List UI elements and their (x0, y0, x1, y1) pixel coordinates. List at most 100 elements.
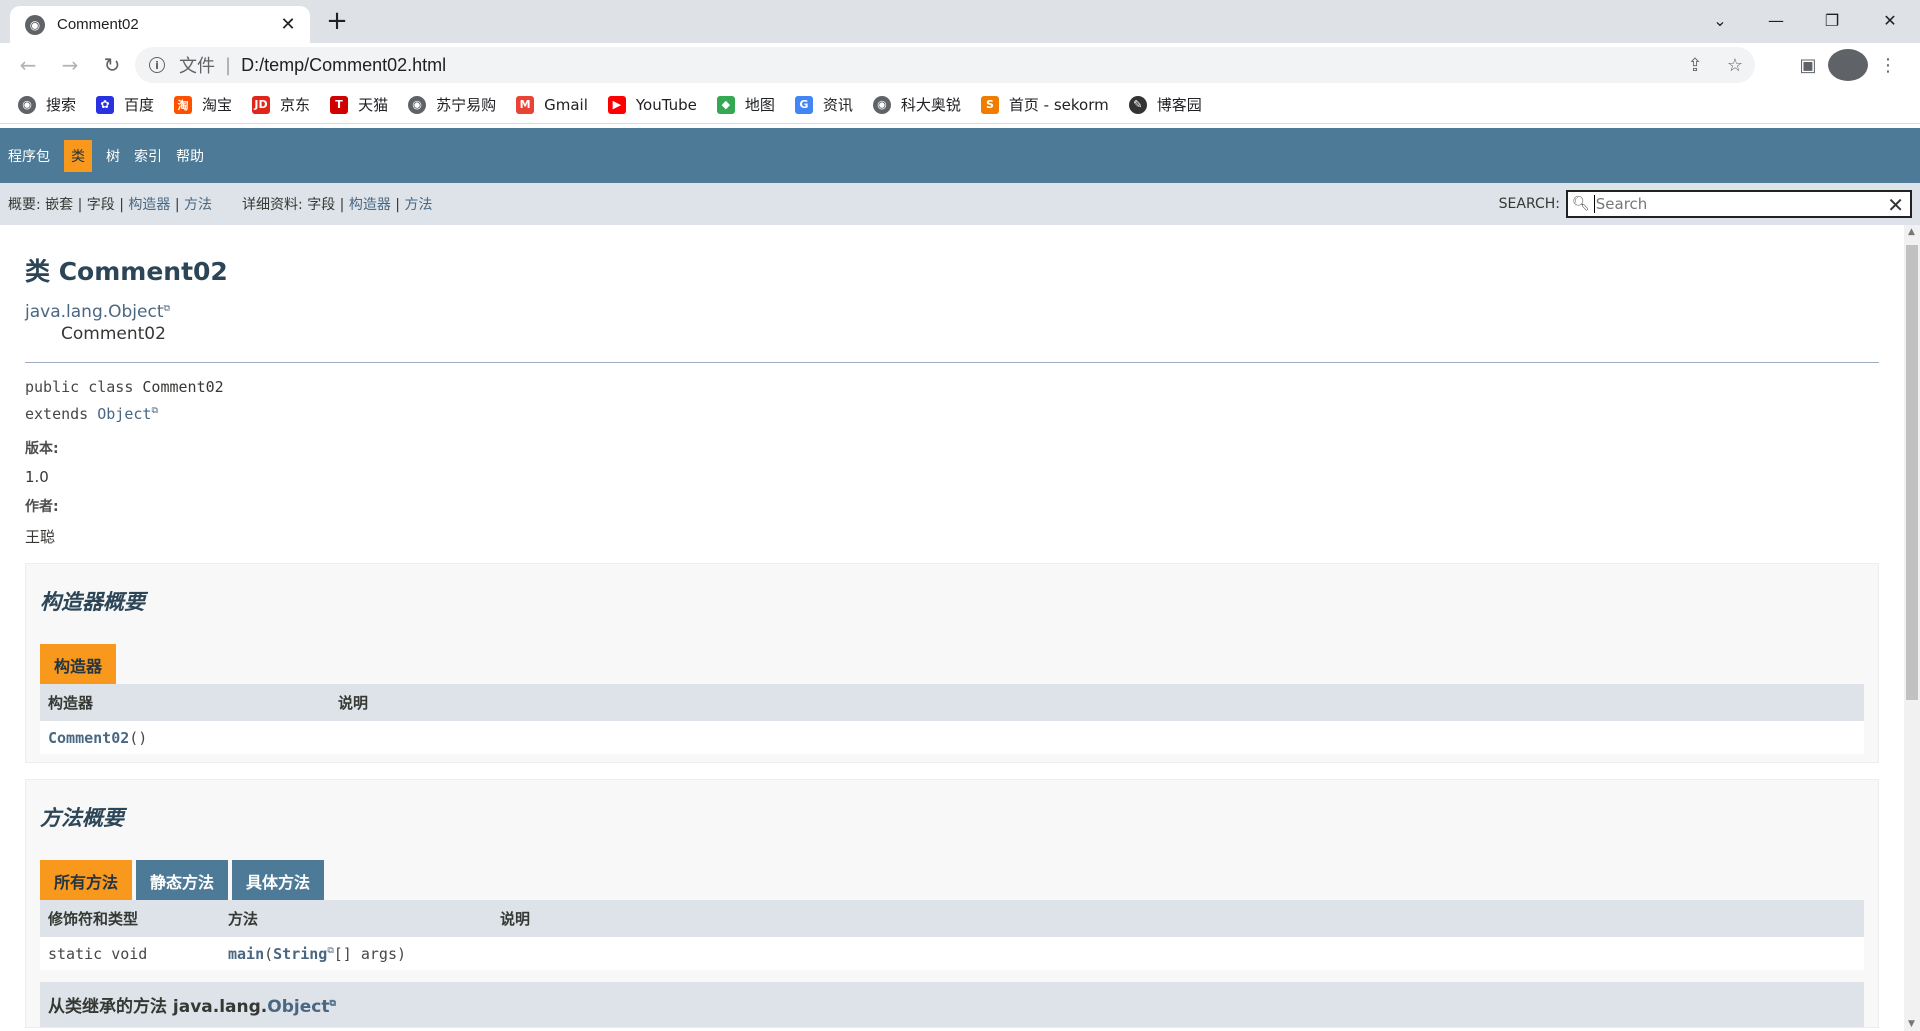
signature-extends-keyword: extends (25, 405, 89, 423)
nav-help[interactable]: 帮助 (176, 140, 204, 172)
maps-icon: ◆ (716, 95, 735, 114)
tab-concrete-methods[interactable]: 具体方法 (232, 860, 325, 900)
bookmark-item[interactable]: G 资讯 (794, 94, 853, 115)
bookmark-star-icon[interactable]: ☆ (1715, 55, 1755, 76)
main-content: 类 Comment02 java.lang.Object⧉ Comment02 … (0, 225, 1904, 1031)
constructor-link[interactable]: Comment02 (48, 729, 129, 747)
bookmark-item[interactable]: 淘淘宝 (174, 94, 232, 115)
method-table: 修饰符和类型 方法 说明 static void main(String⧉[] … (40, 900, 1864, 970)
tab-search-chevron-icon[interactable]: ⌄ (1700, 8, 1740, 32)
new-tab-button[interactable]: + (326, 8, 348, 34)
tmall-icon: T (330, 95, 349, 114)
inherited-methods-header: 从类继承的方法 java.lang.Object⧉ (40, 982, 1864, 1027)
tab-static-methods[interactable]: 静态方法 (136, 860, 229, 900)
bookmark-item[interactable]: JD 京东 (252, 94, 310, 115)
current-class: Comment02 (61, 324, 166, 344)
class-notes: 版本: 1.0 作者: 王聪 (25, 438, 1879, 547)
address-bar[interactable]: i 文件 | D:/temp/Comment02.html ⇪ ☆ (135, 47, 1755, 83)
menu-kebab-icon[interactable]: ⋮ (1868, 49, 1908, 81)
profile-icon[interactable] (1828, 49, 1868, 81)
column-header: 说明 (330, 684, 1864, 721)
gmail-icon: M (516, 95, 535, 114)
clear-search-icon[interactable]: ✕ (1887, 193, 1904, 217)
detail-constructors-link[interactable]: 构造器 (349, 197, 391, 213)
javadoc-top-nav: 程序包 类 树 索引 帮助 (0, 128, 1920, 183)
browser-tab[interactable]: ◉ Comment02 ✕ (10, 6, 310, 43)
scrollbar-thumb[interactable] (1906, 245, 1918, 700)
bookmark-item[interactable]: ◉ 科大奥锐 (872, 94, 961, 115)
scroll-up-icon[interactable]: ▲ (1908, 227, 1915, 237)
detail-methods-link[interactable]: 方法 (404, 197, 432, 213)
scroll-down-icon[interactable]: ▼ (1908, 1019, 1915, 1029)
bookmark-item[interactable]: M Gmail (516, 95, 588, 114)
method-link[interactable]: main (228, 945, 264, 963)
bookmark-item[interactable]: ✿ 百度 (96, 94, 154, 115)
globe-icon: ◉ (18, 95, 36, 114)
string-type-link[interactable]: String (273, 945, 327, 963)
nav-tree[interactable]: 树 (106, 140, 120, 172)
back-arrow-icon[interactable]: ← (12, 49, 44, 81)
info-icon[interactable]: i (149, 57, 165, 73)
bookmark-label: YouTube (635, 95, 697, 114)
summary-methods-link[interactable]: 方法 (184, 197, 212, 213)
bookmark-item[interactable]: T 天猫 (330, 94, 388, 115)
bookmark-label: 资讯 (822, 96, 853, 114)
reload-icon[interactable]: ↻ (96, 49, 128, 81)
bookmark-label: 搜索 (46, 96, 77, 114)
method-summary-heading: 方法概要 (40, 806, 124, 830)
search-placeholder: Search (1593, 195, 1648, 213)
divider (25, 362, 1879, 363)
bookmark-label: 天猫 (358, 96, 389, 114)
superclass-link[interactable]: java.lang.Object (25, 302, 164, 322)
detail-links: 详细资料: 字段 | 构造器 | 方法 (242, 197, 433, 213)
side-panel-icon[interactable]: ▣ (1788, 49, 1828, 81)
external-link-icon: ⧉ (329, 998, 336, 1009)
globe-icon: ◉ (25, 14, 45, 35)
close-tab-icon[interactable]: ✕ (278, 14, 298, 35)
avatar (1828, 49, 1868, 81)
url-text[interactable]: D:/temp/Comment02.html (241, 55, 446, 76)
bookmark-label: 淘宝 (202, 96, 233, 114)
minimize-icon[interactable]: — (1756, 8, 1796, 32)
bookmark-item[interactable]: ◉ 苏宁易购 (408, 94, 496, 115)
extends-object-link[interactable]: Object (97, 405, 151, 423)
bookmark-item[interactable]: ✎ 博客园 (1128, 94, 1202, 115)
globe-icon: ◉ (872, 95, 891, 114)
bookmark-item[interactable]: ◉ 搜索 (18, 94, 76, 115)
globe-icon: ◉ (408, 95, 427, 114)
detail-fields: 字段 (307, 197, 336, 213)
restore-icon[interactable]: ❐ (1812, 8, 1852, 32)
search-input[interactable]: 🔍︎ Search ✕ (1566, 190, 1912, 218)
bookmark-item[interactable]: S 首页 - sekorm (980, 94, 1109, 115)
summary-constructors-link[interactable]: 构造器 (128, 197, 170, 213)
bookmark-label: 博客园 (1156, 96, 1202, 114)
baidu-icon: ✿ (96, 95, 115, 114)
bookmark-item[interactable]: ◆ 地图 (716, 94, 775, 115)
column-header: 修饰符和类型 (40, 900, 220, 937)
method-description (492, 937, 1864, 970)
search-box: SEARCH: 🔍︎ Search ✕ (1499, 190, 1912, 218)
page-title: 类 Comment02 (25, 257, 228, 286)
tab-constructors[interactable]: 构造器 (40, 644, 117, 684)
close-window-icon[interactable]: ✕ (1870, 8, 1910, 32)
detail-label: 详细资料: (242, 197, 303, 213)
constructor-params: () (129, 729, 148, 747)
bookmarks-bar: ◉ 搜索 ✿ 百度 淘淘宝 JD 京东 T 天猫 ◉ 苏宁易购 M Gmail ▶ YouTube ◆ 地图 G 资… (0, 86, 1920, 124)
forward-arrow-icon[interactable]: → (54, 49, 86, 81)
bookmark-label: Gmail (544, 95, 588, 114)
search-label: SEARCH: (1498, 196, 1560, 212)
tab-all-methods[interactable]: 所有方法 (40, 860, 133, 900)
search-icon: 🔍︎ (1572, 196, 1590, 212)
nav-index[interactable]: 索引 (134, 140, 162, 172)
inherited-object-link[interactable]: Object (267, 997, 329, 1017)
url-scheme: 文件 (179, 56, 215, 76)
bookmark-item[interactable]: ▶ YouTube (607, 95, 697, 114)
constructor-description (330, 721, 1864, 754)
scrollbar[interactable]: ▲ ▼ (1904, 225, 1920, 1031)
nav-package[interactable]: 程序包 (8, 140, 50, 172)
version-value: 1.0 (25, 468, 49, 486)
table-row: static void main(String⧉[] args) (40, 937, 1864, 970)
bookmark-label: 京东 (280, 96, 311, 114)
share-icon[interactable]: ⇪ (1675, 55, 1715, 76)
external-link-icon: ⧉ (151, 406, 158, 416)
